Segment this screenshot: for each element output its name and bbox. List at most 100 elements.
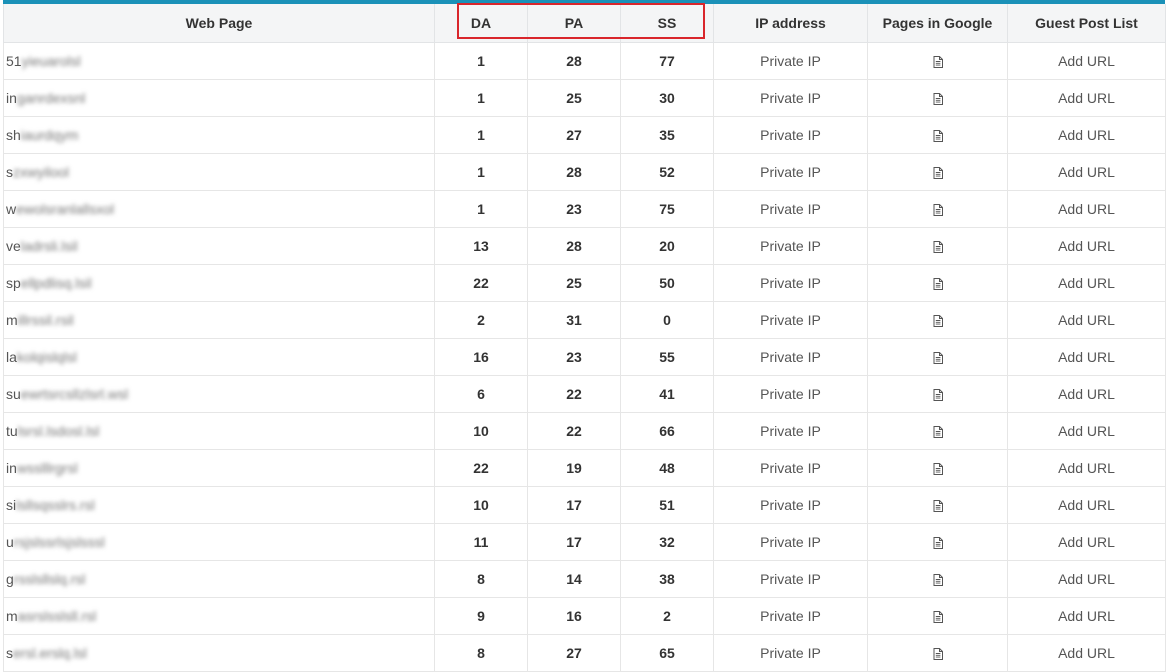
da-value: 22 [434, 264, 528, 302]
add-url-link[interactable]: Add URL [1007, 153, 1166, 191]
document-icon[interactable] [933, 201, 943, 217]
ip-address-value: Private IP [713, 79, 868, 117]
add-url-link[interactable]: Add URL [1007, 523, 1166, 561]
pages-in-google-cell[interactable] [867, 301, 1008, 339]
pages-in-google-cell[interactable] [867, 486, 1008, 524]
add-url-link[interactable]: Add URL [1007, 449, 1166, 487]
column-header-web-page[interactable]: Web Page [3, 4, 435, 43]
document-icon[interactable] [933, 90, 943, 106]
ip-address-value: Private IP [713, 634, 868, 672]
pages-in-google-cell[interactable] [867, 560, 1008, 598]
add-url-link[interactable]: Add URL [1007, 42, 1166, 80]
add-url-link[interactable]: Add URL [1007, 560, 1166, 598]
web-page-cell[interactable]: millrssil.rsil [3, 301, 435, 339]
table-row: masrslsslsll.rsl 9 16 2 Private IP Add URL [3, 597, 1166, 635]
da-value: 9 [434, 597, 528, 635]
pages-in-google-cell[interactable] [867, 79, 1008, 117]
column-header-ip-address[interactable]: IP address [713, 4, 868, 43]
web-page-cell[interactable]: masrslsslsll.rsl [3, 597, 435, 635]
web-page-cell[interactable]: spellpdlisq.lsil [3, 264, 435, 302]
document-icon[interactable] [933, 53, 943, 69]
column-header-da[interactable]: DA [434, 4, 528, 43]
document-icon[interactable] [933, 127, 943, 143]
document-icon[interactable] [933, 164, 943, 180]
web-page-cell[interactable]: tulsrsl.lsdosl.lsl [3, 412, 435, 450]
table-row: szxwyilool 1 28 52 Private IP Add URL [3, 153, 1166, 191]
site-name-blurred: ewolsranlallsxol [16, 201, 115, 217]
pa-value: 27 [527, 634, 621, 672]
site-name-blurred: rsjslssrlsjslsssl [13, 534, 105, 550]
da-value: 1 [434, 116, 528, 154]
results-panel: Web Page DA PA SS IP address Pages in Go… [3, 0, 1166, 672]
site-name-blurred: lsrsl.lsdosl.lsl [17, 423, 100, 439]
pa-value: 28 [527, 153, 621, 191]
pages-in-google-cell[interactable] [867, 523, 1008, 561]
document-icon[interactable] [933, 275, 943, 291]
add-url-link[interactable]: Add URL [1007, 486, 1166, 524]
column-header-pa[interactable]: PA [527, 4, 621, 43]
web-page-cell[interactable]: silsllsqsslrs.rsl [3, 486, 435, 524]
column-header-ss[interactable]: SS [620, 4, 714, 43]
da-value: 8 [434, 634, 528, 672]
add-url-link[interactable]: Add URL [1007, 79, 1166, 117]
document-icon[interactable] [933, 460, 943, 476]
document-icon[interactable] [933, 349, 943, 365]
web-page-cell[interactable]: lakolqislqlsl [3, 338, 435, 376]
pages-in-google-cell[interactable] [867, 153, 1008, 191]
document-icon[interactable] [933, 497, 943, 513]
document-icon[interactable] [933, 608, 943, 624]
table-row: lakolqislqlsl 16 23 55 Private IP Add URL [3, 338, 1166, 376]
ip-address-value: Private IP [713, 523, 868, 561]
site-prefix: g [6, 571, 14, 587]
web-page-cell[interactable]: 51yieuarolsl [3, 42, 435, 80]
add-url-link[interactable]: Add URL [1007, 116, 1166, 154]
document-icon[interactable] [933, 534, 943, 550]
add-url-link[interactable]: Add URL [1007, 301, 1166, 339]
ss-value: 75 [620, 190, 714, 228]
web-page-cell[interactable]: inganrdexsnl [3, 79, 435, 117]
web-page-cell[interactable]: inwsslllrgrsl [3, 449, 435, 487]
web-page-cell[interactable]: veladrsli.lsil [3, 227, 435, 265]
da-value: 8 [434, 560, 528, 598]
web-page-cell[interactable]: wewolsranlallsxol [3, 190, 435, 228]
web-page-cell[interactable]: suewrtsrcsllzlsrl.wsl [3, 375, 435, 413]
site-name-blurred: illrssil.rsil [17, 312, 74, 328]
add-url-link[interactable]: Add URL [1007, 597, 1166, 635]
pages-in-google-cell[interactable] [867, 597, 1008, 635]
add-url-link[interactable]: Add URL [1007, 634, 1166, 672]
site-prefix: in [6, 90, 17, 106]
add-url-link[interactable]: Add URL [1007, 338, 1166, 376]
document-icon[interactable] [933, 423, 943, 439]
column-header-pages-in-google[interactable]: Pages in Google [867, 4, 1008, 43]
pages-in-google-cell[interactable] [867, 264, 1008, 302]
add-url-link[interactable]: Add URL [1007, 264, 1166, 302]
web-page-cell[interactable]: shiaurdqym [3, 116, 435, 154]
column-header-guest-post-list[interactable]: Guest Post List [1007, 4, 1166, 43]
add-url-link[interactable]: Add URL [1007, 412, 1166, 450]
web-page-cell[interactable]: grsslsllslq.rsl [3, 560, 435, 598]
pages-in-google-cell[interactable] [867, 227, 1008, 265]
pages-in-google-cell[interactable] [867, 412, 1008, 450]
add-url-link[interactable]: Add URL [1007, 375, 1166, 413]
pages-in-google-cell[interactable] [867, 190, 1008, 228]
document-icon[interactable] [933, 645, 943, 661]
pages-in-google-cell[interactable] [867, 449, 1008, 487]
pages-in-google-cell[interactable] [867, 634, 1008, 672]
document-icon[interactable] [933, 386, 943, 402]
document-icon[interactable] [933, 238, 943, 254]
pages-in-google-cell[interactable] [867, 375, 1008, 413]
web-page-cell[interactable]: sersl.erslq.lsl [3, 634, 435, 672]
ss-value: 35 [620, 116, 714, 154]
da-value: 6 [434, 375, 528, 413]
site-prefix: tu [6, 423, 18, 439]
document-icon[interactable] [933, 312, 943, 328]
site-name-blurred: kolqislqlsl [16, 349, 77, 365]
add-url-link[interactable]: Add URL [1007, 227, 1166, 265]
web-page-cell[interactable]: szxwyilool [3, 153, 435, 191]
add-url-link[interactable]: Add URL [1007, 190, 1166, 228]
document-icon[interactable] [933, 571, 943, 587]
pages-in-google-cell[interactable] [867, 116, 1008, 154]
pages-in-google-cell[interactable] [867, 338, 1008, 376]
pages-in-google-cell[interactable] [867, 42, 1008, 80]
web-page-cell[interactable]: ursjslssrlsjslsssl [3, 523, 435, 561]
